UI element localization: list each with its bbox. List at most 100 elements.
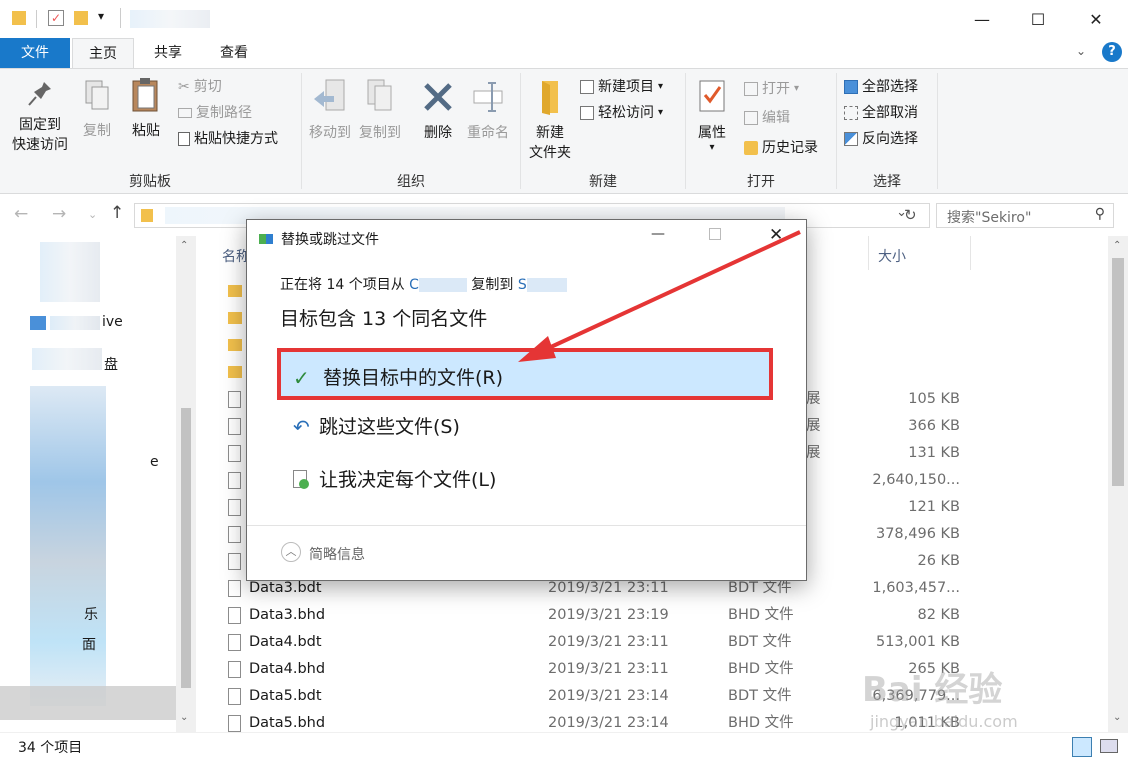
back-arrow-icon[interactable]: ← [14,204,28,224]
new-folder-icon[interactable] [74,11,88,25]
dialog-minimize-button[interactable]: — [651,226,665,242]
column-header-size[interactable]: 大小 [878,246,906,266]
dialog-maximize-button[interactable] [709,228,721,240]
new-item-button[interactable]: 新建项目 ▾ [580,77,663,97]
delete-label: 删除 [424,125,452,141]
close-button[interactable]: ✕ [1068,0,1124,38]
nav-items-blurred[interactable] [30,386,106,706]
skip-arrow-icon: ↶ [293,415,310,439]
search-input[interactable]: 搜索"Sekiro" ⚲ [936,203,1114,228]
watermark-brand: Bai 经验 [862,670,1003,710]
new-folder-button[interactable]: 新建 文件夹 [524,77,576,163]
destination-link[interactable]: S [518,277,527,293]
forward-arrow-icon[interactable]: → [52,204,66,224]
copy-button[interactable]: 复制 [78,79,116,141]
maximize-button[interactable]: ☐ [1010,0,1066,38]
skip-label: 跳过这些文件(S) [319,416,460,438]
group-label-clipboard: 剪贴板 [129,174,171,190]
column-divider[interactable] [970,236,971,270]
fewer-details-label[interactable]: 简略信息 [309,544,365,564]
decide-each-file-option[interactable]: 让我决定每个文件(L) [277,454,773,506]
move-to-button[interactable]: 移动到 [304,77,356,143]
tab-view[interactable]: 查看 [204,38,264,68]
nav-item[interactable] [50,316,100,330]
table-row[interactable]: Data5.bhd 2019/3/21 23:14 BHD 文件 1,011 KB [222,710,982,732]
status-bar: 34 个项目 [0,732,1128,761]
collapse-ribbon-icon[interactable]: ⌄ [1076,44,1086,58]
nav-e-label[interactable]: e [150,454,159,470]
copy-to-button[interactable]: 复制到 [356,77,404,143]
edit-icon [744,111,758,125]
copy-path-label: 复制路径 [196,105,252,121]
properties-icon[interactable]: ✓ [48,10,64,26]
details-view-icon[interactable] [1072,737,1092,757]
tab-share[interactable]: 共享 [140,38,196,68]
file-list-scrollbar[interactable]: ⌃ ⌄ [1108,236,1128,732]
tab-home[interactable]: 主页 [72,38,134,69]
up-arrow-icon[interactable]: ↑ [110,203,124,223]
replace-files-option[interactable]: ✓ 替换目标中的文件(R) [277,348,773,400]
source-link[interactable]: C [409,277,419,293]
edit-button[interactable]: 编辑 [744,108,790,128]
table-row[interactable]: Data3.bhd 2019/3/21 23:19 BHD 文件 82 KB [222,602,982,629]
tab-file[interactable]: 文件 [0,38,70,68]
paste-shortcut-button[interactable]: 粘贴快捷方式 [178,129,278,149]
large-icons-view-icon[interactable] [1100,739,1118,753]
folder-icon [228,285,242,297]
copy-label: 复制 [83,123,111,139]
invert-selection-button[interactable]: 反向选择 [844,129,918,149]
properties-button[interactable]: 属性 ▾ [690,77,734,153]
replace-or-skip-dialog: 替换或跳过文件 — ✕ 正在将 14 个项目从 C 复制到 S 目标包含 13 … [246,219,807,581]
dropdown-icon: ▾ [709,142,715,153]
file-name: Data4.bdt [249,634,322,650]
history-button[interactable]: 历史记录 [744,138,818,158]
open-label: 打开 [762,81,790,97]
scroll-up-icon[interactable]: ⌃ [1113,240,1121,251]
collapse-details-icon[interactable]: ︿ [281,542,301,562]
rename-button[interactable]: 重命名 [462,77,514,143]
select-all-button[interactable]: 全部选择 [844,77,918,97]
scroll-down-icon[interactable]: ⌄ [1113,712,1121,723]
divider [120,8,121,28]
table-row[interactable]: Data4.bdt 2019/3/21 23:11 BDT 文件 513,001 KB [222,629,982,656]
destination-blurred [526,278,567,292]
pin-quick-access-button[interactable]: 固定到 快速访问 [8,79,72,155]
nav-music-label[interactable]: 乐 [84,604,98,624]
minimize-button[interactable]: — [954,0,1010,38]
nav-disk-label[interactable]: 盘 [104,354,118,374]
scroll-thumb[interactable] [1112,258,1124,486]
easy-access-button[interactable]: 轻松访问 ▾ [580,103,663,123]
copy-path-button[interactable]: 复制路径 [178,103,252,123]
cut-button[interactable]: ✂ 剪切 [178,77,222,97]
file-size: 26 KB [917,553,960,569]
nav-scroll-thumb[interactable] [181,408,191,688]
open-button[interactable]: 打开 ▾ [744,79,799,99]
group-label-new: 新建 [589,174,617,190]
skip-files-option[interactable]: ↶ 跳过这些文件(S) [277,401,773,453]
help-icon[interactable]: ? [1102,42,1122,62]
nav-selected-item[interactable] [0,686,176,720]
column-divider[interactable] [868,236,869,270]
history-label: 历史记录 [762,140,818,156]
recent-locations-icon[interactable]: ⌄ [88,208,97,221]
nav-item[interactable] [40,242,100,302]
file-type: 展 [806,418,821,434]
nav-scrollbar[interactable]: ⌃ ⌄ [176,236,196,732]
nav-item[interactable] [32,348,102,370]
copy-icon [85,80,109,110]
nav-onedrive-label[interactable]: ive [102,314,123,330]
paste-button[interactable]: 粘贴 [126,77,166,141]
refresh-icon[interactable]: ↻ [904,206,917,224]
rename-label: 重命名 [467,125,509,141]
group-separator [937,73,938,189]
select-none-button[interactable]: 全部取消 [844,103,918,123]
delete-button[interactable]: 删除 [416,77,460,143]
nav-desktop-label[interactable]: 面 [82,634,96,654]
customize-quick-access-icon[interactable]: ▾ [98,9,104,23]
scroll-down-icon[interactable]: ⌄ [180,712,188,723]
source-blurred [418,278,467,292]
dialog-close-button[interactable]: ✕ [769,225,783,245]
file-type: 展 [806,445,821,461]
scroll-up-icon[interactable]: ⌃ [180,240,188,251]
file-icon [228,499,241,516]
